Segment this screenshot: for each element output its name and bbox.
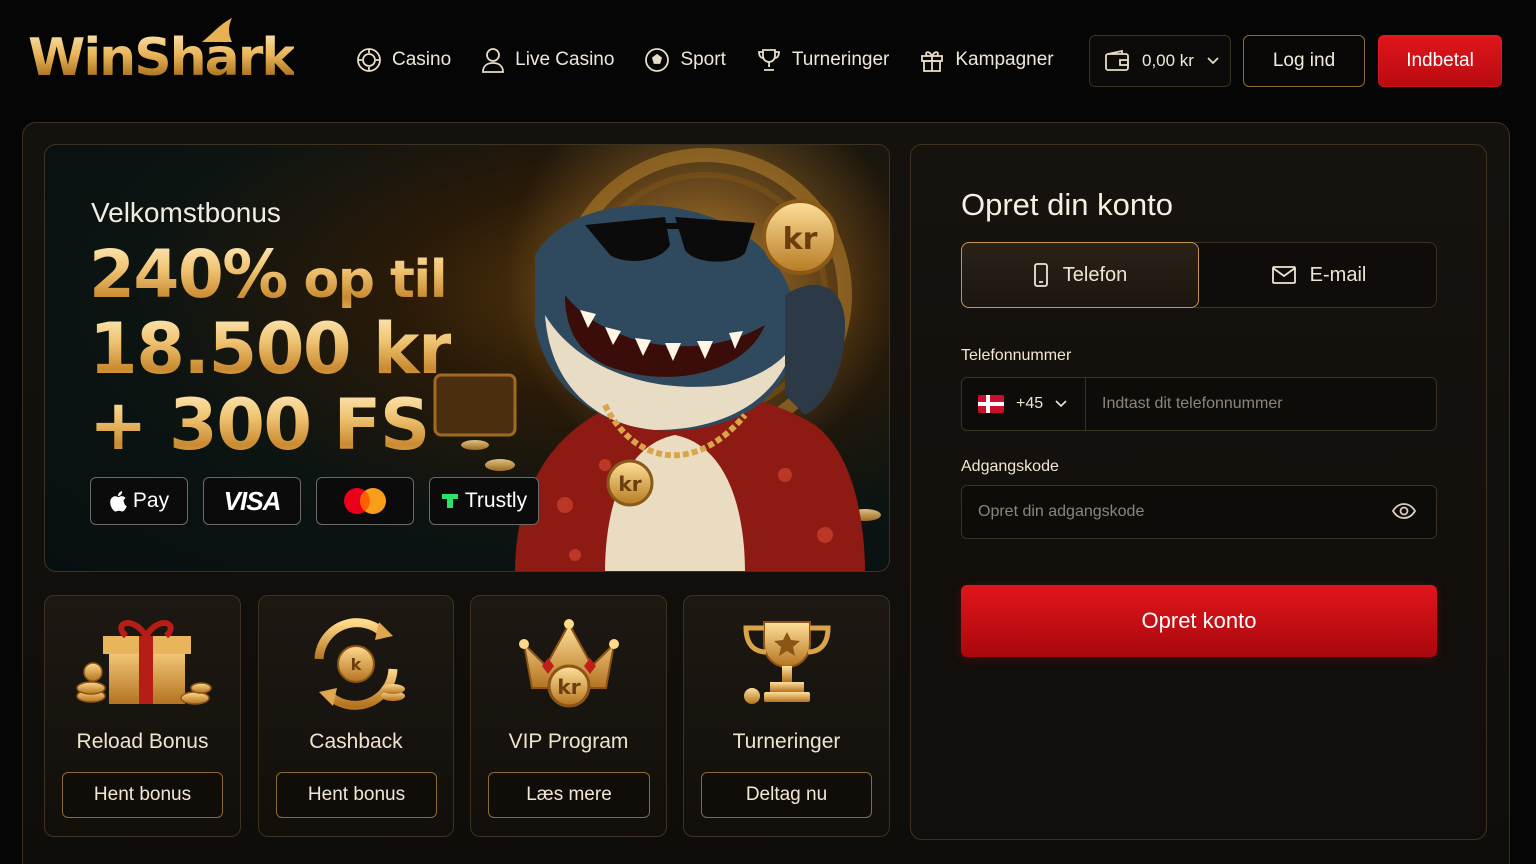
vip-read-more-button[interactable]: Læs mere bbox=[488, 772, 650, 818]
shark-fin-icon bbox=[202, 18, 232, 42]
create-account-button[interactable]: Opret konto bbox=[961, 585, 1437, 657]
trophy-cup-icon bbox=[742, 621, 831, 704]
envelope-icon bbox=[1271, 266, 1296, 284]
gift-box-icon bbox=[75, 620, 212, 705]
tab-email[interactable]: E-mail bbox=[1200, 242, 1438, 308]
nav-live-casino[interactable]: Live Casino bbox=[481, 47, 614, 73]
apple-icon bbox=[110, 491, 127, 512]
signup-method-tabs: Telefon E-mail bbox=[961, 242, 1437, 308]
svg-text:kr: kr bbox=[618, 472, 641, 496]
deposit-button[interactable]: Indbetal bbox=[1378, 35, 1502, 87]
join-tournament-button[interactable]: Deltag nu bbox=[701, 772, 872, 818]
password-field bbox=[961, 485, 1437, 539]
wallet-balance-dropdown[interactable]: 0,00 kr bbox=[1089, 35, 1231, 87]
balance-amount: 0,00 kr bbox=[1142, 51, 1194, 70]
card-turneringer[interactable]: Turneringer Deltag nu bbox=[683, 595, 890, 837]
password-label: Adgangskode bbox=[961, 458, 1059, 475]
card-reload-bonus-title: Reload Bonus bbox=[76, 730, 209, 753]
visa-badge: VISA bbox=[203, 477, 301, 525]
tab-phone[interactable]: Telefon bbox=[961, 242, 1199, 308]
tab-email-label: E-mail bbox=[1309, 263, 1367, 286]
mastercard-badge bbox=[316, 477, 414, 525]
mastercard-icon bbox=[344, 488, 386, 514]
casino-chip-icon bbox=[357, 48, 381, 72]
phone-field: +45 bbox=[961, 377, 1437, 431]
card-turneringer-title: Turneringer bbox=[732, 730, 841, 753]
login-button[interactable]: Log ind bbox=[1243, 35, 1365, 87]
cashback-cycle-icon: k bbox=[314, 618, 405, 710]
svg-text:kr: kr bbox=[783, 222, 818, 257]
main-nav: Casino Live Casino Sport Turneringer Kam… bbox=[356, 40, 1054, 80]
card-cashback[interactable]: k Cashback Hent bonus bbox=[258, 595, 454, 837]
nav-live-casino-label: Live Casino bbox=[515, 49, 615, 70]
mobile-phone-icon bbox=[1033, 263, 1048, 287]
gift-icon bbox=[921, 51, 944, 72]
top-header: WinShark Casino Live Casino Sport Turner… bbox=[0, 0, 1536, 120]
signup-panel: Opret din konto Telefon E-mail Telefonnu… bbox=[910, 144, 1487, 840]
nav-turneringer[interactable]: Turneringer bbox=[756, 47, 890, 73]
phone-label: Telefonnummer bbox=[961, 347, 1072, 364]
chevron-down-icon bbox=[1055, 400, 1067, 408]
nav-sport[interactable]: Sport bbox=[644, 47, 726, 73]
trustly-badge: Trustly bbox=[429, 477, 539, 525]
svg-text:k: k bbox=[351, 655, 362, 674]
show-password-icon[interactable] bbox=[1392, 502, 1416, 520]
phone-input[interactable] bbox=[1102, 378, 1422, 430]
nav-kampagner-label: Kampagner bbox=[955, 49, 1054, 70]
cashback-button[interactable]: Hent bonus bbox=[276, 772, 437, 818]
visa-label: VISA bbox=[223, 485, 282, 516]
hero-op-til: op til bbox=[286, 250, 447, 310]
nav-kampagner[interactable]: Kampagner bbox=[919, 47, 1054, 73]
welcome-bonus-banner[interactable]: kr kr Velkomstbonus 240% op til 18.500 k… bbox=[44, 144, 890, 572]
nav-turneringer-label: Turneringer bbox=[791, 49, 890, 70]
reload-bonus-button[interactable]: Hent bonus bbox=[62, 772, 223, 818]
hero-free-spins: + 300 FS bbox=[89, 384, 430, 466]
tab-phone-label: Telefon bbox=[1062, 263, 1128, 286]
password-input[interactable] bbox=[978, 486, 1378, 538]
card-reload-bonus[interactable]: Reload Bonus Hent bonus bbox=[44, 595, 241, 837]
apple-pay-label: Pay bbox=[132, 489, 170, 512]
signup-title: Opret din konto bbox=[961, 187, 1173, 222]
winshark-logo[interactable]: WinShark bbox=[28, 26, 296, 90]
wallet-icon bbox=[1105, 50, 1129, 71]
trustly-icon bbox=[441, 494, 458, 508]
trophy-icon bbox=[757, 49, 780, 71]
svg-text:kr: kr bbox=[557, 675, 580, 699]
card-vip-program[interactable]: kr VIP Program Læs mere bbox=[470, 595, 667, 837]
country-code: +45 bbox=[1016, 395, 1044, 412]
hero-percentage-line: 240% op til bbox=[89, 237, 446, 318]
hero-percentage: 240% bbox=[89, 236, 287, 313]
soccer-ball-icon bbox=[645, 48, 670, 72]
country-code-select[interactable]: +45 bbox=[962, 378, 1086, 430]
nav-casino-label: Casino bbox=[392, 49, 452, 70]
crown-icon: kr bbox=[518, 619, 619, 708]
trustly-label: Trustly bbox=[464, 489, 528, 512]
hero-subtitle: Velkomstbonus bbox=[91, 197, 281, 228]
denmark-flag-icon bbox=[978, 395, 1004, 413]
nav-casino[interactable]: Casino bbox=[356, 47, 451, 73]
card-cashback-title: Cashback bbox=[309, 730, 403, 753]
chevron-down-icon bbox=[1207, 57, 1219, 65]
nav-sport-label: Sport bbox=[680, 49, 726, 70]
apple-pay-badge: Pay bbox=[90, 477, 188, 525]
hero-amount: 18.500 kr bbox=[89, 308, 453, 390]
user-icon bbox=[482, 48, 505, 73]
card-vip-program-title: VIP Program bbox=[508, 730, 629, 753]
